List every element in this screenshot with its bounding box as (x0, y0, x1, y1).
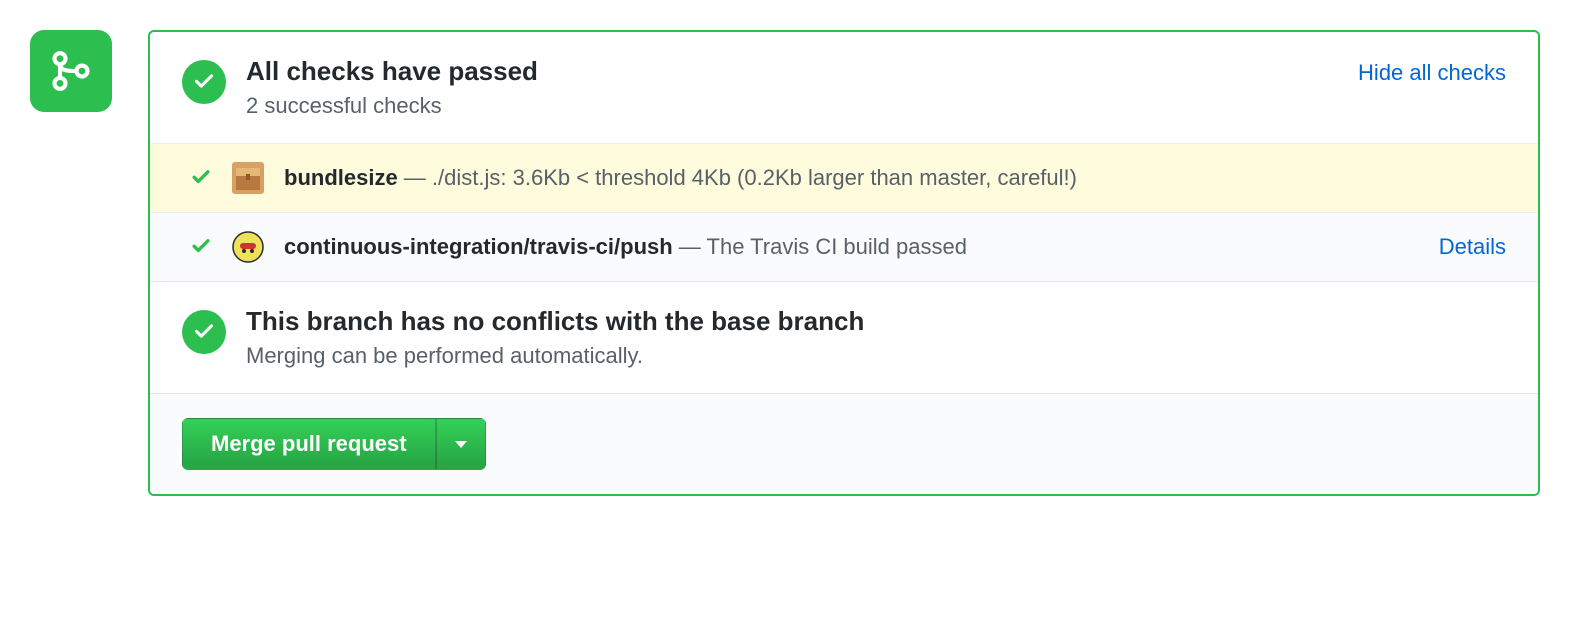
check-name: continuous-integration/travis-ci/push (284, 234, 673, 259)
check-name: bundlesize (284, 165, 398, 190)
conflicts-section: This branch has no conflicts with the ba… (150, 281, 1538, 393)
checks-summary-section: All checks have passed 2 successful chec… (150, 32, 1538, 143)
check-avatar (232, 162, 264, 194)
merge-button-group: Merge pull request (182, 418, 486, 470)
check-success-icon (190, 236, 212, 258)
check-text: bundlesize — ./dist.js: 3.6Kb < threshol… (284, 165, 1506, 191)
check-description: The Travis CI build passed (707, 234, 967, 259)
checks-summary-title: All checks have passed (246, 56, 1338, 87)
checks-summary-subtitle: 2 successful checks (246, 93, 1338, 119)
check-details-link[interactable]: Details (1439, 234, 1506, 260)
check-row: continuous-integration/travis-ci/push — … (150, 212, 1538, 281)
conflicts-title: This branch has no conflicts with the ba… (246, 306, 1506, 337)
timeline-merge-badge (30, 30, 112, 112)
chevron-down-icon (455, 441, 467, 448)
conflicts-subtitle: Merging can be performed automatically. (246, 343, 1506, 369)
hide-all-checks-link[interactable]: Hide all checks (1358, 60, 1506, 86)
check-description: ./dist.js: 3.6Kb < threshold 4Kb (0.2Kb … (432, 165, 1077, 190)
merge-status-box: All checks have passed 2 successful chec… (148, 30, 1540, 496)
success-check-badge (182, 60, 226, 104)
check-success-icon (190, 167, 212, 189)
check-row: bundlesize — ./dist.js: 3.6Kb < threshol… (150, 143, 1538, 212)
merge-options-dropdown-button[interactable] (436, 418, 486, 470)
git-merge-icon (49, 49, 93, 93)
check-text: continuous-integration/travis-ci/push — … (284, 234, 1419, 260)
check-avatar (232, 231, 264, 263)
merge-pull-request-button[interactable]: Merge pull request (182, 418, 436, 470)
success-check-badge (182, 310, 226, 354)
check-icon (193, 71, 215, 93)
check-icon (193, 321, 215, 343)
merge-footer: Merge pull request (150, 393, 1538, 494)
